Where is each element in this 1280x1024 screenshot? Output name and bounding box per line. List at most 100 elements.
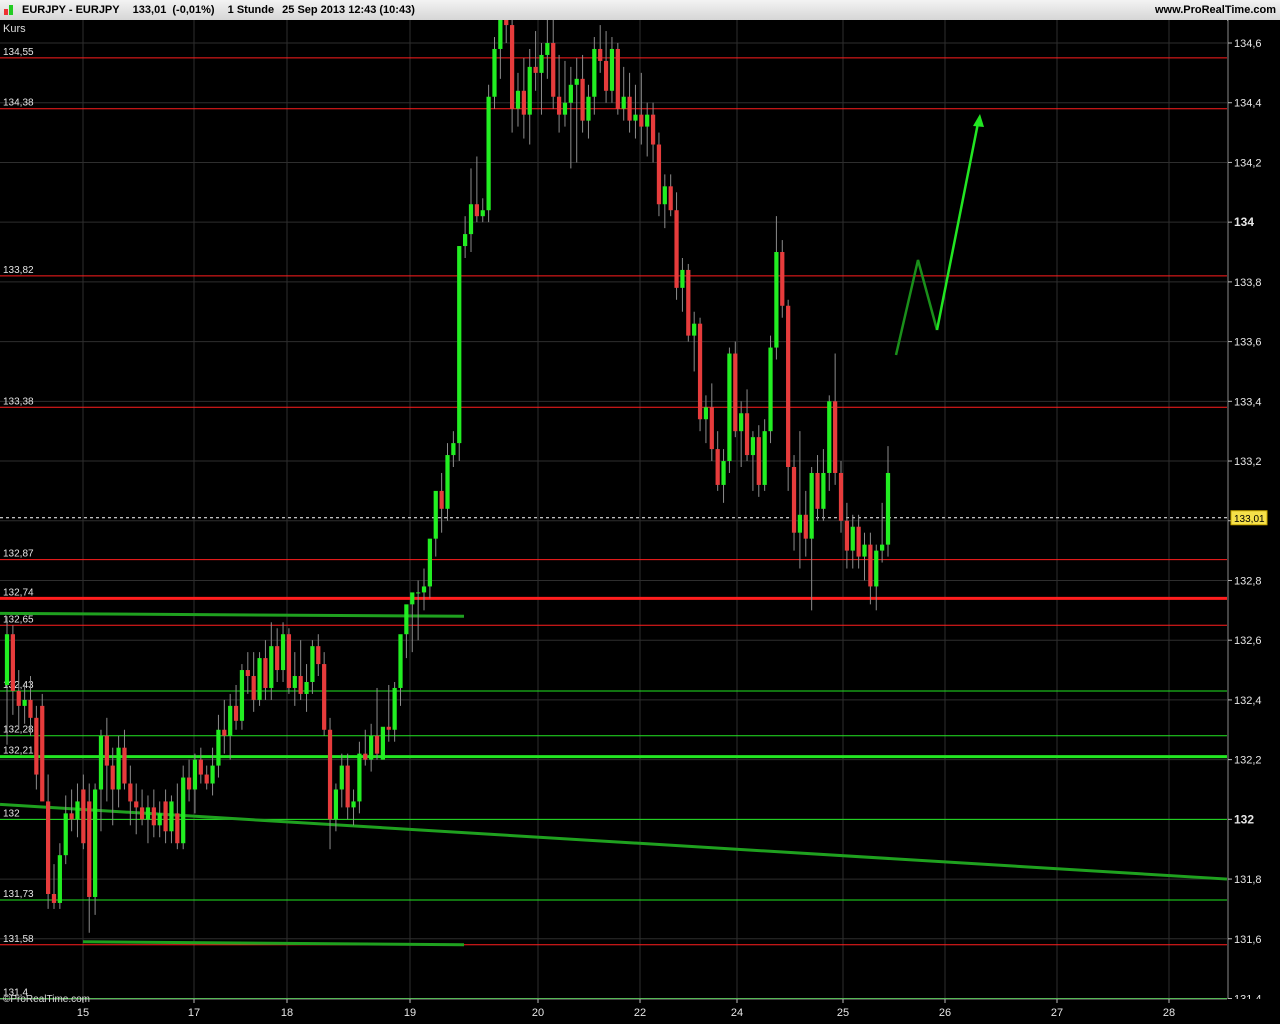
time-tick-label: 28	[1163, 1007, 1175, 1019]
time-tick-label: 18	[281, 1007, 293, 1019]
candle-body	[791, 467, 797, 533]
price-tick-label: 133,8	[1234, 277, 1262, 289]
candle-body	[392, 687, 397, 730]
candle-body	[134, 801, 139, 808]
candle-body	[656, 144, 662, 205]
candle-body	[286, 634, 292, 688]
candle-body	[186, 777, 192, 790]
candle-body	[169, 801, 174, 832]
candle-body	[163, 801, 168, 832]
candle-body	[733, 353, 738, 432]
candle-body	[222, 729, 227, 736]
candle-body	[868, 544, 873, 587]
candle-body	[122, 747, 127, 784]
candle-body	[680, 269, 685, 288]
candle-body	[762, 431, 767, 485]
candle-body	[645, 114, 650, 127]
chart-title: EURJPY - EURJPY 133,01 (-0,01%) 1 Stunde…	[22, 4, 425, 16]
candle-body	[715, 449, 720, 485]
candle-body	[75, 801, 80, 820]
candle-body	[327, 729, 333, 820]
candle-body	[69, 813, 74, 820]
candle-body	[280, 634, 286, 671]
candle-body	[204, 774, 209, 784]
candle-body	[833, 401, 838, 473]
candle-body	[821, 472, 826, 509]
price-tick-label: 134	[1234, 215, 1254, 229]
candle-body	[609, 48, 615, 91]
candle-body	[615, 48, 620, 109]
candle-body	[239, 670, 245, 721]
plot-background	[0, 20, 1227, 1000]
candle-body	[844, 520, 850, 551]
level-label: 132,65	[3, 614, 34, 625]
candle-body	[862, 544, 867, 557]
candle-body	[650, 114, 656, 145]
candle-body	[621, 96, 626, 109]
candle-body	[521, 90, 526, 115]
price-tick-label: 132,6	[1234, 635, 1262, 647]
instrument-name: EURJPY - EURJPY	[22, 4, 120, 16]
candle-body	[786, 305, 791, 468]
last-price: 133,01	[132, 4, 167, 16]
chart-icon	[4, 5, 14, 15]
candle-body	[533, 66, 538, 73]
candle-body	[445, 455, 450, 509]
candle-body	[463, 234, 468, 247]
watermark: ©ProRealTime.com	[3, 994, 90, 1005]
time-tick-label: 22	[634, 1007, 646, 1019]
candle-body	[856, 526, 861, 557]
time-axis: 15 17 18 19 20 22 24 25 26 27 28	[0, 998, 1280, 1024]
time-tick-label: 25	[837, 1007, 849, 1019]
level-label: 134,55	[3, 47, 34, 58]
price-tick-label: 134,2	[1234, 157, 1262, 169]
candle-body	[568, 84, 573, 103]
candle-body	[322, 664, 327, 730]
candle-body	[427, 538, 432, 587]
candle-body	[756, 437, 761, 485]
candle-body	[45, 801, 51, 894]
candle-body	[357, 753, 362, 802]
candle-body	[345, 765, 350, 808]
level-label: 133,82	[3, 265, 34, 276]
candle-body	[4, 634, 10, 685]
candle-body	[580, 78, 585, 121]
candle-body	[515, 90, 521, 109]
price-tick-label: 132,2	[1234, 755, 1262, 767]
candle-body	[586, 96, 591, 121]
candle-body	[562, 102, 568, 115]
current-price-label: 133,01	[1234, 514, 1265, 525]
candle-body	[639, 114, 644, 127]
candle-body	[780, 252, 785, 306]
time-tick-label: 27	[1051, 1007, 1063, 1019]
time-tick-label: 15	[77, 1007, 89, 1019]
candle-body	[627, 96, 632, 121]
candle-body	[10, 634, 15, 691]
candle-body	[551, 43, 556, 97]
candle-body	[128, 783, 133, 802]
candle-body	[151, 807, 156, 826]
candle-body	[439, 490, 444, 509]
candle-body	[838, 472, 844, 521]
candle-body	[539, 54, 544, 73]
time-tick-label: 24	[731, 1007, 743, 1019]
candle-body	[721, 461, 726, 485]
candle-body	[592, 48, 597, 97]
candle-body	[398, 634, 403, 688]
candle-body	[139, 807, 145, 820]
candle-body	[556, 96, 562, 115]
site-link[interactable]: www.ProRealTime.com	[1155, 4, 1276, 16]
candle-body	[181, 777, 186, 844]
candle-body	[739, 413, 744, 432]
candle-body	[57, 855, 62, 903]
level-label: 132,74	[3, 587, 34, 598]
candle-body	[298, 676, 303, 694]
price-tick-label: 133,4	[1234, 396, 1262, 408]
candle-body	[574, 78, 579, 85]
price-tick-label: 133,6	[1234, 337, 1262, 349]
price-change: (-0,01%)	[172, 4, 215, 16]
candle-body	[692, 323, 697, 336]
candle-body	[22, 699, 27, 706]
candle-body	[451, 443, 456, 456]
candle-body	[386, 726, 391, 730]
